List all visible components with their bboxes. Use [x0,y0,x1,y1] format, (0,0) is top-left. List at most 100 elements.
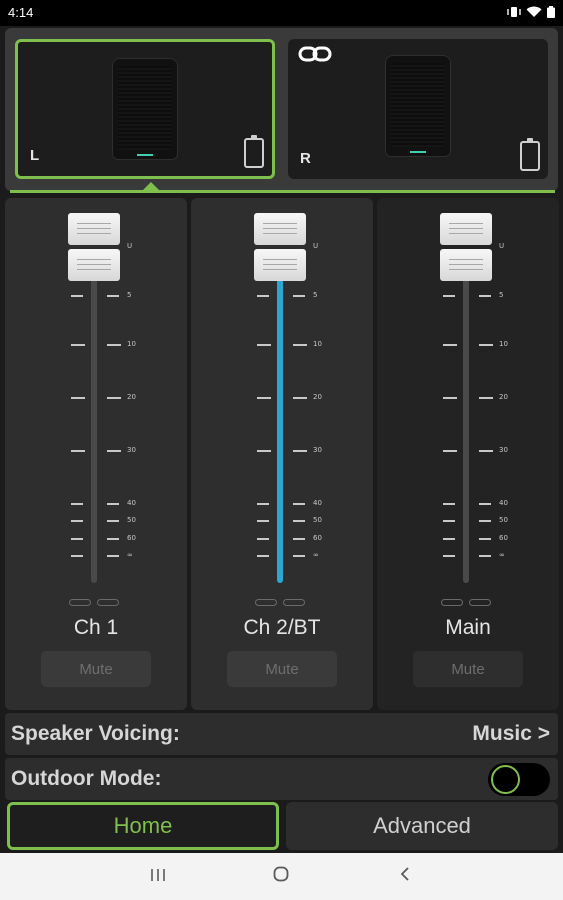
scale-tick [71,295,83,297]
scale-tick [293,450,307,452]
speaker-label: L [30,147,40,164]
scale-label: 50 [313,516,322,524]
speaker-image [112,58,178,160]
scale-label: 10 [499,340,508,348]
scale-tick [71,555,83,557]
wifi-icon [526,5,542,23]
fader-grip-line [449,259,483,260]
scale-tick [107,520,119,522]
signal-led [283,599,305,606]
scale-tick [443,397,457,399]
fader-grip-line [263,269,297,270]
fader-grip-line [263,233,297,234]
fader-track[interactable] [277,258,283,583]
scale-tick [479,450,493,452]
battery-icon [244,135,264,168]
fader-grip-line [263,264,297,265]
fader-grip-line [77,264,111,265]
fader-knob[interactable] [440,213,492,281]
outdoor-mode-toggle[interactable] [488,763,550,796]
signal-led [441,599,463,606]
scale-tick [71,397,85,399]
home-icon[interactable] [273,866,289,887]
toggle-knob [491,765,520,794]
scale-label: U [499,242,505,250]
link-icon[interactable] [298,45,332,68]
recents-icon[interactable] [150,866,166,887]
selection-underline [10,190,555,193]
scale-label: 10 [313,340,322,348]
bottom-tabs: Home Advanced [5,802,558,853]
status-icons [507,5,555,23]
scale-tick [257,295,269,297]
signal-led [97,599,119,606]
status-time: 4:14 [8,5,34,20]
scale-label: 30 [499,446,508,454]
mute-button[interactable]: Mute [41,651,151,687]
tab-home[interactable]: Home [7,802,279,850]
fader-knob[interactable] [254,213,306,281]
outdoor-mode-label: Outdoor Mode: [11,767,162,790]
scale-tick [257,538,269,540]
scale-tick [479,520,491,522]
mute-button[interactable]: Mute [413,651,523,687]
scale-tick [107,344,121,346]
back-icon[interactable] [400,866,410,887]
fader-grip-line [449,228,483,229]
fader-grip-line [449,264,483,265]
signal-led [255,599,277,606]
scale-tick [257,397,271,399]
scale-tick [443,450,457,452]
scale-tick [107,295,119,297]
fader-cap [440,213,492,245]
fader-cap [68,249,120,281]
scale-label: 40 [313,499,322,507]
outdoor-mode-row: Outdoor Mode: [5,758,558,800]
fader-grip-line [263,259,297,260]
scale-label: ∞ [313,551,319,559]
scale-tick [257,344,271,346]
scale-tick [71,538,83,540]
channel-name: Ch 2/BT [243,616,321,639]
signal-led [69,599,91,606]
scale-label: 40 [499,499,508,507]
fader-cap [254,249,306,281]
speaker-label: R [300,150,311,167]
speaker-card-right[interactable]: R [288,39,548,179]
scale-tick [443,344,457,346]
battery-icon [547,5,555,23]
channel-strip: U 5 10 20 30 40 50 60 ∞ Ch 1 Mute [5,198,187,710]
fader-grip-line [77,259,111,260]
scale-tick [107,450,121,452]
speaker-card-left[interactable]: L [15,39,275,179]
scale-tick [257,520,269,522]
scale-tick [443,295,455,297]
status-bar: 4:14 [0,0,563,26]
scale-label: 20 [499,393,508,401]
signal-indicators [69,599,119,606]
scale-label: 40 [127,499,136,507]
fader-knob[interactable] [68,213,120,281]
channel-strip: U 5 10 20 30 40 50 60 ∞ Ch 2/BT Mute [191,198,373,710]
scale-tick [71,450,85,452]
scale-label: 10 [127,340,136,348]
scale-label: U [313,242,319,250]
fader-track[interactable] [463,258,469,583]
scale-label: 5 [313,291,318,299]
speaker-voicing-value[interactable]: Music > [472,722,550,746]
scale-label: 5 [499,291,504,299]
speaker-voicing-row[interactable]: Speaker Voicing: Music > [5,713,558,755]
fader-track[interactable] [91,258,97,583]
scale-label: 50 [499,516,508,524]
level-fill [277,258,283,583]
tab-advanced[interactable]: Advanced [286,802,558,850]
signal-indicators [441,599,491,606]
scale-label: ∞ [127,551,133,559]
fader-grip-line [449,269,483,270]
fader-grip-line [77,228,111,229]
scale-tick [479,295,491,297]
mute-button[interactable]: Mute [227,651,337,687]
fader-grip-line [449,223,483,224]
fader-grip-line [263,228,297,229]
fader-grip-line [77,223,111,224]
